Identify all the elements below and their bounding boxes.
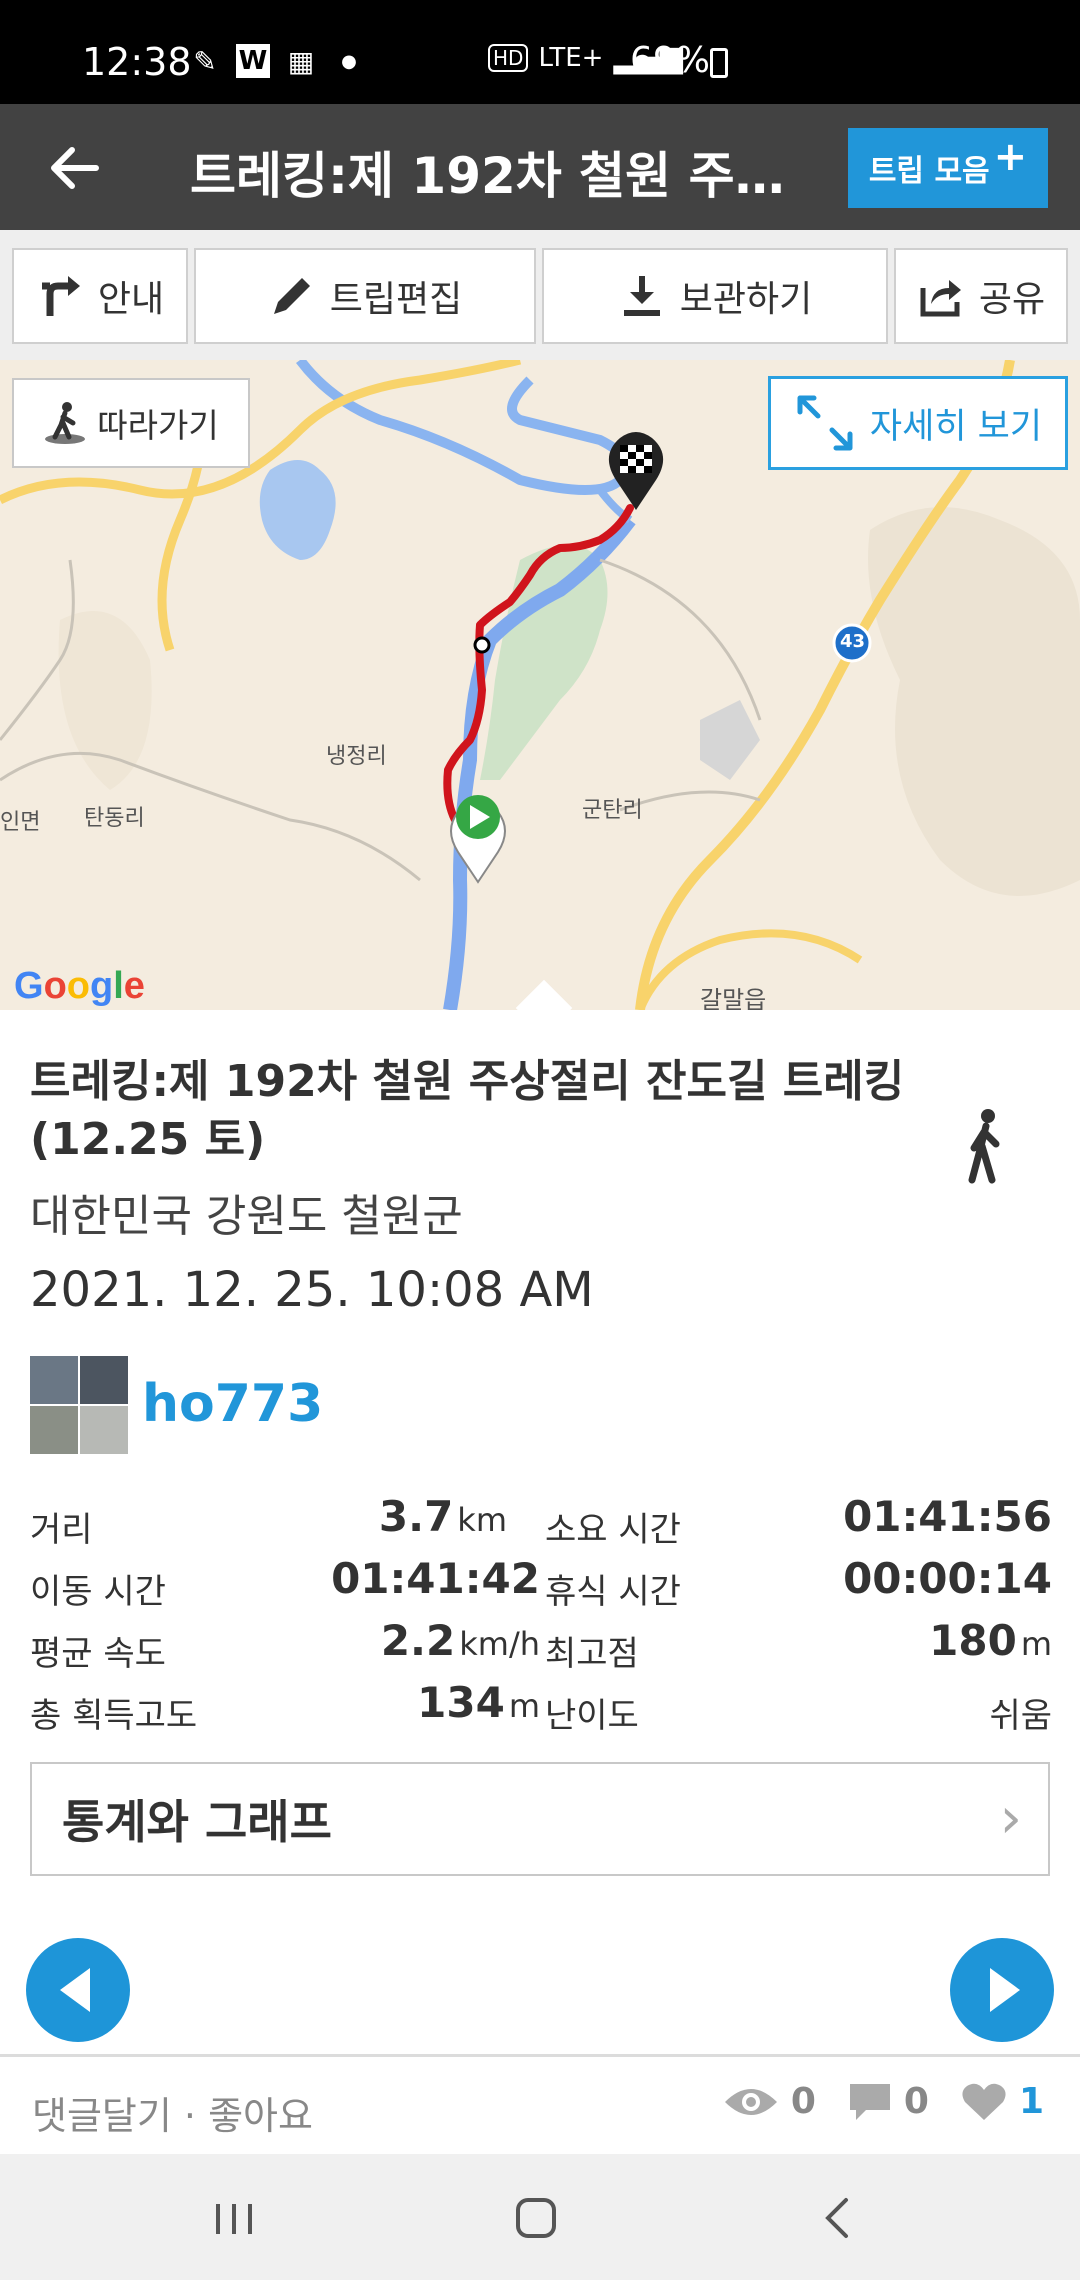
download-icon bbox=[623, 276, 660, 316]
page-title: 트레킹:제 192차 철원 주상... bbox=[190, 147, 800, 205]
stat-value: 2.2 km/h bbox=[380, 1616, 540, 1665]
share-label: 공유 bbox=[978, 279, 1046, 320]
expand-icon bbox=[797, 395, 853, 451]
battery-icon bbox=[710, 48, 728, 78]
status-time: 12:38 bbox=[82, 40, 192, 84]
stat-value: 134 m bbox=[417, 1678, 540, 1727]
trip-date: 2021. 12. 25. 10:08 AM bbox=[30, 1262, 594, 1318]
qr-icon: ▦ bbox=[287, 44, 315, 78]
triangle-right-icon bbox=[990, 1968, 1020, 2012]
w-app-icon: W bbox=[236, 44, 270, 78]
next-trip-button[interactable] bbox=[950, 1938, 1054, 2042]
view-details-label: 자세히 보기 bbox=[869, 406, 1043, 447]
stat-row: 총 획득고도 134 m 난이도 쉬움 bbox=[30, 1676, 1052, 1738]
stat-value: 00:00:14 bbox=[843, 1554, 1052, 1603]
save-button[interactable]: 보관하기 bbox=[542, 248, 888, 344]
edit-trip-label: 트립편집 bbox=[329, 279, 463, 320]
recent-apps-icon[interactable] bbox=[204, 2188, 264, 2248]
app-bar: 트레킹:제 192차 철원 주상... 트립 모음 + bbox=[0, 104, 1080, 230]
hiker-icon bbox=[45, 402, 86, 444]
stat-value: 01:41:56 bbox=[843, 1492, 1052, 1541]
follow-label: 따라가기 bbox=[97, 406, 219, 445]
stat-value: 01:41:42 bbox=[331, 1554, 540, 1603]
guide-button[interactable]: 안내 bbox=[12, 248, 188, 344]
google-logo: Google bbox=[14, 965, 145, 1007]
triangle-left-icon bbox=[60, 1968, 90, 2012]
comment-count: 0 bbox=[903, 2081, 929, 2122]
pencil-icon bbox=[273, 278, 310, 314]
walking-icon bbox=[968, 1109, 1000, 1184]
map-label-inmyeon: 인면 bbox=[0, 810, 41, 835]
trip-stats: 거리 3.7 km 소요 시간 01:41:56 이동 시간 01:41:42 휴… bbox=[30, 1490, 1052, 1738]
trip-title: 트레킹:제 192차 철원 주상절리 잔도길 트레킹(12.25 토) bbox=[30, 1056, 905, 1165]
hd-icon: HD bbox=[488, 43, 529, 72]
stat-label: 휴식 시간 bbox=[545, 1572, 681, 1612]
plus-icon: + bbox=[993, 134, 1028, 180]
edit-trip-button[interactable]: 트립편집 bbox=[194, 248, 536, 344]
stats-and-graph-button[interactable]: 통계와 그래프 › bbox=[30, 1762, 1050, 1876]
guide-label: 안내 bbox=[97, 279, 165, 320]
stat-row: 거리 3.7 km 소요 시간 01:41:56 bbox=[30, 1490, 1052, 1552]
dot-icon: ● bbox=[341, 50, 357, 72]
action-toolbar: 안내 트립편집 보관하기 공유 bbox=[0, 230, 1080, 360]
view-count: 0 bbox=[790, 2081, 816, 2122]
notification-icon: ✎ bbox=[193, 44, 217, 78]
system-navigation-bar bbox=[0, 2154, 1080, 2280]
stat-label: 평균 속도 bbox=[30, 1634, 166, 1674]
stats-and-graph-label: 통계와 그래프 bbox=[62, 1795, 332, 1849]
turn-arrow-icon bbox=[41, 276, 80, 316]
back-icon[interactable] bbox=[808, 2188, 868, 2248]
stat-label: 난이도 bbox=[545, 1696, 639, 1736]
eye-icon bbox=[724, 2088, 777, 2115]
share-button[interactable]: 공유 bbox=[894, 248, 1068, 344]
avatar[interactable] bbox=[30, 1356, 128, 1454]
comment-icon bbox=[849, 2083, 890, 2120]
battery-percent: 69% bbox=[630, 40, 711, 81]
engagement-counts: 0 0 1 bbox=[723, 2081, 1044, 2122]
stat-value: 180 m bbox=[929, 1616, 1052, 1665]
view-details-button[interactable]: 자세히 보기 bbox=[768, 376, 1068, 470]
map-label-naengjeong: 냉정리 bbox=[326, 744, 387, 769]
stat-label: 소요 시간 bbox=[545, 1510, 681, 1550]
stat-row: 평균 속도 2.2 km/h 최고점 180 m bbox=[30, 1614, 1052, 1676]
map-label-guntan: 군탄리 bbox=[582, 798, 643, 823]
map-label-tandong: 탄동리 bbox=[84, 806, 145, 831]
finish-flag bbox=[620, 445, 652, 473]
comment-like-link[interactable]: 댓글달기 · 좋아요 bbox=[32, 2085, 313, 2140]
home-icon[interactable] bbox=[506, 2188, 566, 2248]
heart-icon bbox=[962, 2083, 1006, 2120]
map-label-galmal: 갈말읍 bbox=[700, 986, 767, 1010]
stat-row: 이동 시간 01:41:42 휴식 시간 00:00:14 bbox=[30, 1552, 1052, 1614]
back-arrow-icon[interactable] bbox=[44, 138, 104, 198]
trip-collection-label: 트립 모음 bbox=[868, 154, 990, 189]
stat-label: 총 획득고도 bbox=[30, 1696, 198, 1736]
stat-label: 최고점 bbox=[545, 1634, 639, 1674]
like-count: 1 bbox=[1018, 2081, 1044, 2122]
stat-label: 거리 bbox=[30, 1510, 93, 1550]
route-43-label: 43 bbox=[840, 631, 866, 652]
notification-icons: ✎ W ▦ ● bbox=[188, 44, 366, 78]
chevron-right-icon: › bbox=[999, 1786, 1022, 1851]
stat-value: 쉬움 bbox=[989, 1696, 1052, 1736]
follow-button[interactable]: 따라가기 bbox=[12, 378, 250, 468]
network-type: LTE+ bbox=[538, 42, 604, 73]
username-link[interactable]: ho773 bbox=[142, 1374, 323, 1434]
stat-value: 3.7 km bbox=[378, 1492, 507, 1541]
save-label: 보관하기 bbox=[679, 279, 813, 320]
status-bar: 12:38 ✎ W ▦ ● HD LTE+ ▂▄▆ 69% bbox=[0, 0, 1080, 104]
stat-label: 이동 시간 bbox=[30, 1572, 166, 1612]
share-icon bbox=[920, 280, 961, 317]
trip-map[interactable]: 따라가기 자세히 보기 냉정리 군탄리 탄동리 인면 갈말읍 43 Google bbox=[0, 360, 1080, 1010]
comment-bar: 댓글달기 · 좋아요 0 0 1 bbox=[0, 2054, 1080, 2154]
trip-collection-button[interactable]: 트립 모음 + bbox=[848, 128, 1048, 208]
trip-location: 대한민국 강원도 철원군 bbox=[30, 1191, 463, 1242]
previous-trip-button[interactable] bbox=[26, 1938, 130, 2042]
